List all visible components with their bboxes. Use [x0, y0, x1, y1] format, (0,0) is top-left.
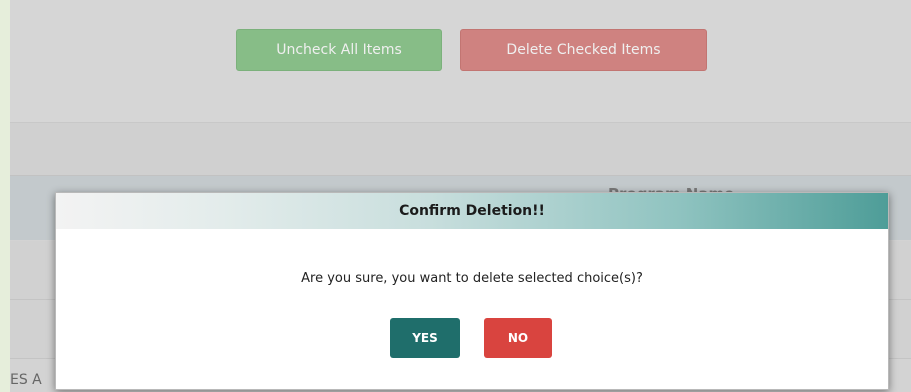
dialog-title: Confirm Deletion!! [399, 203, 545, 219]
dialog-body: Are you sure, you want to delete selecte… [56, 229, 888, 389]
no-button[interactable]: NO [484, 318, 552, 358]
confirm-deletion-dialog: Confirm Deletion!! Are you sure, you wan… [55, 192, 889, 390]
dialog-message: Are you sure, you want to delete selecte… [301, 271, 643, 286]
dialog-header: Confirm Deletion!! [56, 193, 888, 229]
yes-button[interactable]: YES [390, 318, 460, 358]
